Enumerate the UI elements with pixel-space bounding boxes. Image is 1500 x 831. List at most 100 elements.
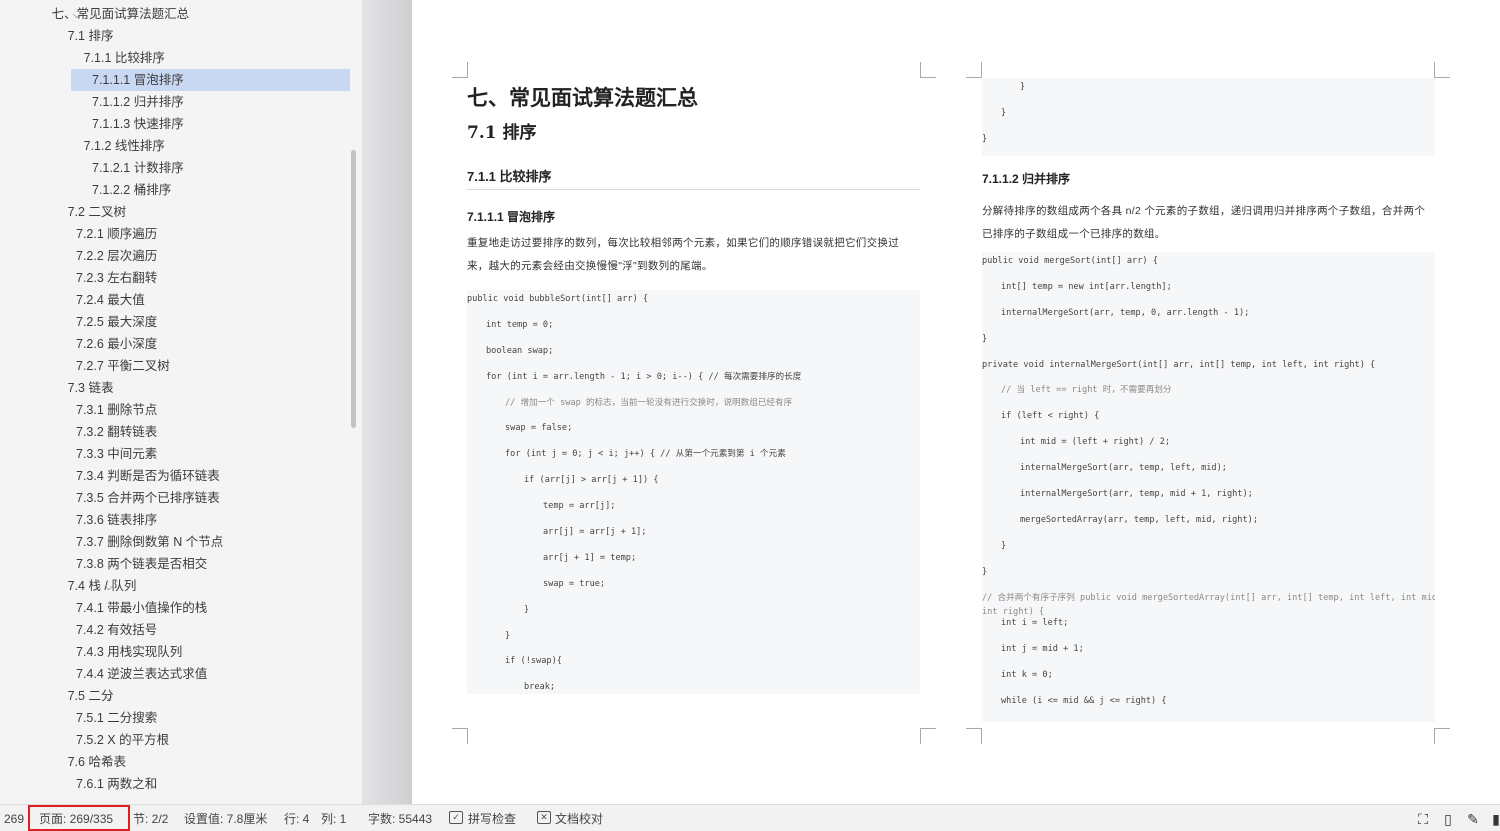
outline-item[interactable]: 7.2.6 最小深度	[0, 333, 362, 355]
outline-item[interactable]: 7.1.2.1 计数排序	[0, 157, 362, 179]
heading-2: 7.1 排序	[467, 123, 537, 143]
outline-item[interactable]: 7.1.1.2 归并排序	[0, 91, 362, 113]
column-indicator[interactable]: 列: 1	[321, 805, 346, 831]
code-line: }	[1020, 82, 1026, 92]
proofread-icon: ✕	[537, 811, 551, 824]
document-page-right: }}} 7.1.1.2 归并排序 分解待排序的数组成两个各具 n/2 个元素的子…	[982, 78, 1435, 722]
outline-item[interactable]: 7.4.4 逆波兰表达式求值	[0, 663, 362, 685]
outline-item[interactable]: 7.3.3 中间元素	[0, 443, 362, 465]
outline-item[interactable]: 7.6.1 两数之和	[0, 773, 362, 795]
margin-mark	[1434, 62, 1450, 78]
outline-item[interactable]: 7.3.5 合并两个已排序链表	[0, 487, 362, 509]
paragraph: 分解待排序的数组成两个各具 n/2 个元素的子数组，递归调用归并排序两个子数组，…	[982, 205, 1426, 240]
outline-item[interactable]: ⌵7.3 链表	[0, 377, 362, 399]
outline-item[interactable]: 7.3.6 链表排序	[0, 509, 362, 531]
heading-3: 7.1.1 比较排序	[467, 150, 920, 190]
edit-mode-icon[interactable]: ✎	[1465, 811, 1481, 827]
code-line: // 当 left == right 时，不需要再划分	[1001, 385, 1172, 396]
code-line: int k = 0;	[1001, 670, 1053, 681]
code-line: internalMergeSort(arr, temp, mid + 1, ri…	[1020, 489, 1253, 500]
outline-item-label: 7.5.1 二分搜索	[76, 711, 158, 725]
code-line: swap = false;	[505, 423, 573, 434]
outline-item-label: 7.4.2 有效括号	[76, 623, 158, 637]
nav-scrollbar[interactable]	[351, 150, 356, 428]
outline-item-label: 7.1.2.1 计数排序	[92, 161, 184, 175]
outline-item[interactable]: 7.3.2 翻转链表	[0, 421, 362, 443]
outline-item-label: 7.5 二分	[67, 689, 114, 703]
heading-1: 七、常见面试算法题汇总	[467, 85, 698, 110]
reading-mode-icon[interactable]: ▯	[1440, 811, 1456, 827]
code-line: if (!swap){	[505, 656, 562, 667]
document-page-left: 七、常见面试算法题汇总 7.1 排序 7.1.1 比较排序 7.1.1.1 冒泡…	[467, 80, 920, 694]
outline-item[interactable]: ⌵7.1.1 比较排序	[0, 47, 362, 69]
code-line: public void mergeSort(int[] arr) {	[982, 256, 1158, 266]
margin-mark	[920, 728, 936, 744]
outline-item[interactable]: 7.2.2 层次遍历	[0, 245, 362, 267]
code-line: public void bubbleSort(int[] arr) {	[467, 294, 649, 304]
margin-mark	[966, 728, 982, 744]
outline-item-label: 7.4.3 用栈实现队列	[76, 645, 183, 659]
outline-item[interactable]: 7.1.1.1 冒泡排序	[0, 69, 362, 91]
outline-item-label: 7.2.5 最大深度	[76, 315, 158, 329]
code-line: }	[982, 333, 988, 344]
outline-item[interactable]: 7.4.2 有效括号	[0, 619, 362, 641]
outline-item[interactable]: ⌵7.1 排序	[0, 25, 362, 47]
section-indicator[interactable]: 节: 2/2	[133, 805, 168, 831]
outline-item[interactable]: 7.1.2.2 桶排序	[0, 179, 362, 201]
outline-item[interactable]: 7.5.2 X 的平方根	[0, 729, 362, 751]
outline-item-label: 7.1 排序	[67, 29, 114, 43]
pane-divider[interactable]	[362, 0, 412, 804]
outline-item-label: 7.2.7 平衡二叉树	[76, 359, 170, 373]
outline-item[interactable]: 7.2.7 平衡二叉树	[0, 355, 362, 377]
outline-item[interactable]: ⌵7.1.2 线性排序	[0, 135, 362, 157]
code-line: if (arr[j] > arr[j + 1]) {	[524, 475, 659, 486]
outline-item-label: 7.2.3 左右翻转	[76, 271, 158, 285]
outline-item[interactable]: 7.4.3 用栈实现队列	[0, 641, 362, 663]
spell-check-button[interactable]: 拼写检查	[468, 805, 516, 831]
outline-item[interactable]: 7.2.5 最大深度	[0, 311, 362, 333]
outline-item-label: 7.1.2 线性排序	[83, 139, 165, 153]
margin-mark	[1434, 728, 1450, 744]
outline-item-label: 7.2.4 最大值	[76, 293, 145, 307]
outline-item[interactable]: 7.2.4 最大值	[0, 289, 362, 311]
outline-item-label: 七、常见面试算法题汇总	[51, 7, 190, 21]
row-indicator[interactable]: 行: 4	[284, 805, 309, 831]
page-number: 269	[4, 812, 25, 826]
outline-item-label: 7.3.8 两个链表是否相交	[76, 557, 208, 571]
setting-indicator[interactable]: 设置值: 7.8厘米	[184, 805, 267, 831]
outline-item[interactable]: ⌵7.5 二分	[0, 685, 362, 707]
outline-item-label: 7.3.4 判断是否为循环链表	[76, 469, 220, 483]
outline-item[interactable]: ⌵7.6 哈希表	[0, 751, 362, 773]
outline-item-label: 7.3 链表	[67, 381, 114, 395]
page-view-icon[interactable]: ▮	[1488, 811, 1500, 827]
outline-item[interactable]: 7.5.1 二分搜索	[0, 707, 362, 729]
outline-item-label: 7.4.1 带最小值操作的栈	[76, 601, 208, 615]
outline-item[interactable]: 7.3.1 删除节点	[0, 399, 362, 421]
fullscreen-icon[interactable]: ⛶	[1415, 811, 1431, 827]
word-count[interactable]: 字数: 55443	[368, 805, 432, 831]
outline-item-label: 7.6 哈希表	[67, 755, 126, 769]
outline-item-label: 7.3.6 链表排序	[76, 513, 158, 527]
outline-item[interactable]: ⌵7.2 二叉树	[0, 201, 362, 223]
document-canvas[interactable]: 七、常见面试算法题汇总 7.1 排序 7.1.1 比较排序 7.1.1.1 冒泡…	[412, 0, 1500, 804]
outline-item[interactable]: ⌵7.4 栈 / 队列	[0, 575, 362, 597]
outline-item[interactable]: 7.2.1 顺序遍历	[0, 223, 362, 245]
proofread-button[interactable]: 文档校对	[555, 805, 603, 831]
page-indicator[interactable]: 页面: 269/335	[39, 805, 113, 831]
margin-mark	[966, 62, 982, 78]
outline-item-label: 7.3.7 删除倒数第 N 个节点	[76, 535, 224, 549]
outline-item-label: 7.1.1.2 归并排序	[92, 95, 184, 109]
outline-item[interactable]: 7.3.4 判断是否为循环链表	[0, 465, 362, 487]
outline-item[interactable]: 7.1.1.3 快速排序	[0, 113, 362, 135]
outline-item[interactable]: 7.3.7 删除倒数第 N 个节点	[0, 531, 362, 553]
outline-item[interactable]: 7.3.8 两个链表是否相交	[0, 553, 362, 575]
outline-item-label: 7.3.3 中间元素	[76, 447, 158, 461]
outline-item-label: 7.6.1 两数之和	[76, 777, 158, 791]
margin-mark	[920, 62, 936, 78]
code-block-continued: }}}	[982, 78, 1435, 156]
outline-item[interactable]: 7.2.3 左右翻转	[0, 267, 362, 289]
outline-item[interactable]: ⌵七、常见面试算法题汇总	[0, 3, 362, 25]
outline-item[interactable]: 7.4.1 带最小值操作的栈	[0, 597, 362, 619]
outline-item-label: 7.1.1 比较排序	[83, 51, 165, 65]
code-line: swap = true;	[543, 578, 606, 589]
